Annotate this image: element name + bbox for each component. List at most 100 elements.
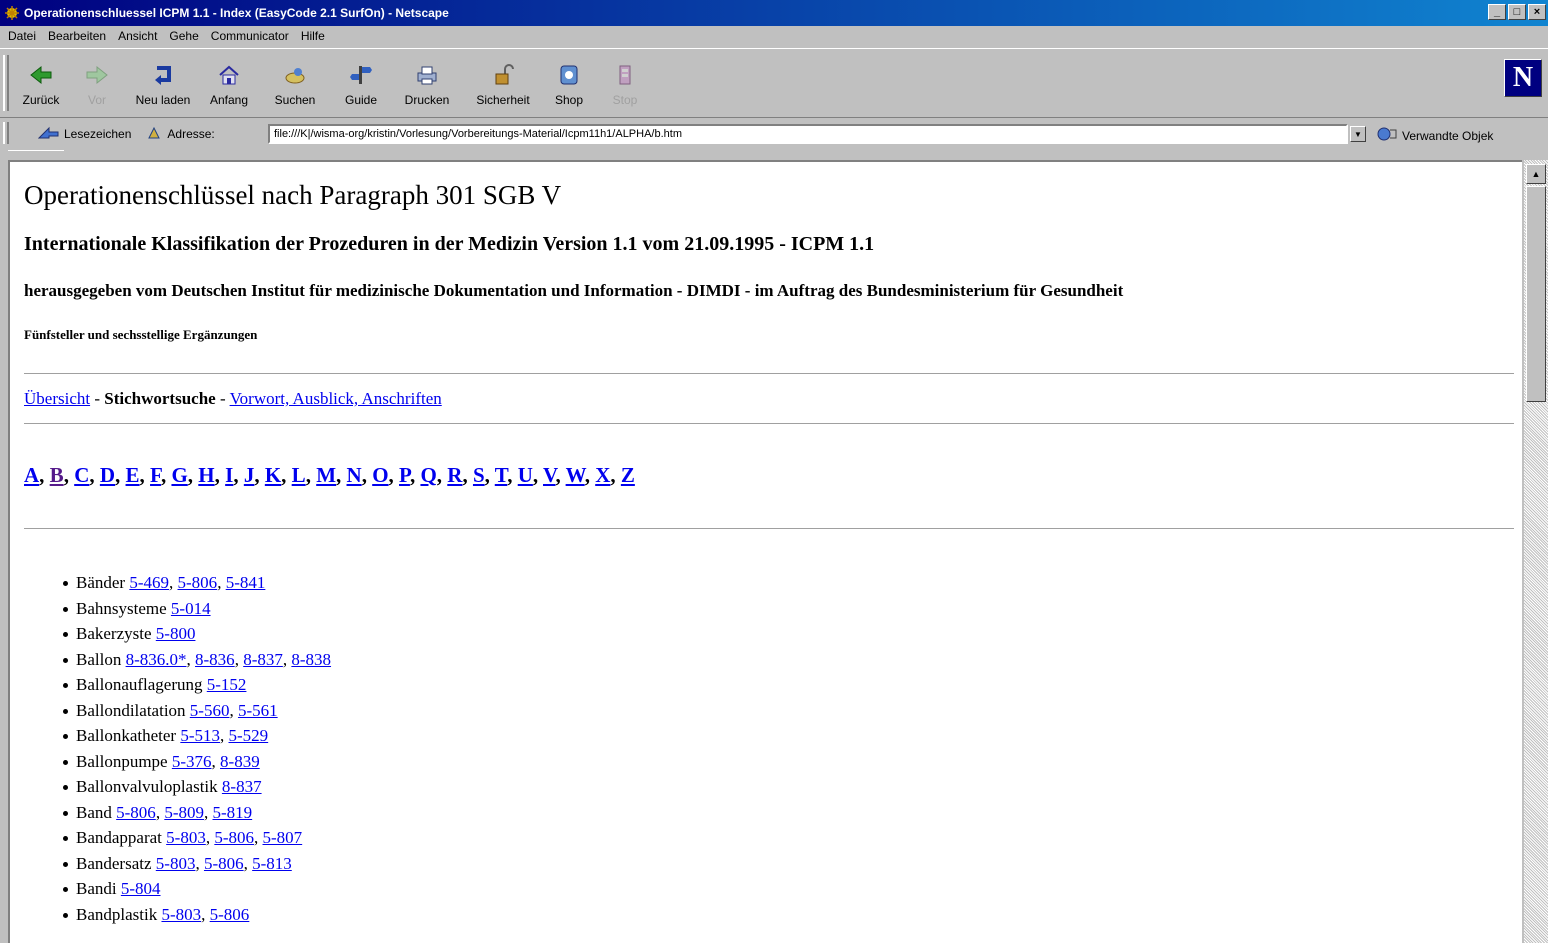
letter-link-j[interactable]: J	[244, 463, 255, 487]
code-link[interactable]: 8-839	[220, 752, 260, 771]
title-bar[interactable]: Operationenschluessel ICPM 1.1 - Index (…	[0, 0, 1548, 26]
security-button[interactable]: Sicherheit	[466, 63, 540, 107]
location-grip[interactable]	[3, 122, 9, 144]
code-link[interactable]: 5-152	[207, 675, 247, 694]
letter-link-p[interactable]: P	[399, 463, 410, 487]
letter-link-e[interactable]: E	[126, 463, 140, 487]
back-button[interactable]: Zurück	[14, 63, 68, 107]
letter-link-u[interactable]: U	[518, 463, 533, 487]
page-subtitle: Internationale Klassifikation der Prozed…	[24, 233, 875, 255]
menu-bearbeiten[interactable]: Bearbeiten	[42, 29, 112, 43]
stop-button[interactable]: Stop	[598, 63, 652, 107]
menu-hilfe[interactable]: Hilfe	[295, 29, 331, 43]
letter-separator: ,	[436, 463, 448, 487]
netscape-app-icon[interactable]	[4, 5, 20, 21]
page-proxy-icon[interactable]	[147, 126, 161, 143]
address-dropdown-button[interactable]: ▼	[1350, 126, 1366, 142]
letter-link-a[interactable]: A	[24, 463, 39, 487]
vertical-scrollbar[interactable]: ▲	[1524, 160, 1548, 943]
menu-communicator[interactable]: Communicator	[205, 29, 295, 43]
related-objects-button[interactable]: Verwandte Objek	[1376, 126, 1493, 145]
code-link[interactable]: 8-837	[222, 777, 262, 796]
code-link[interactable]: 8-838	[291, 650, 331, 669]
letter-link-b[interactable]: B	[50, 463, 64, 487]
letter-link-f[interactable]: F	[150, 463, 161, 487]
overview-link[interactable]: Übersicht	[24, 389, 90, 408]
list-item: Bahnsysteme 5-014	[63, 596, 1522, 622]
code-link[interactable]: 5-806	[210, 905, 250, 924]
code-link[interactable]: 5-529	[229, 726, 269, 745]
shop-button[interactable]: Shop	[542, 63, 596, 107]
back-label: Zurück	[22, 93, 60, 107]
code-link[interactable]: 5-560	[190, 701, 230, 720]
letter-link-l[interactable]: L	[292, 463, 306, 487]
letter-link-o[interactable]: O	[372, 463, 388, 487]
reload-button[interactable]: Neu laden	[126, 63, 200, 107]
code-link[interactable]: 5-807	[263, 828, 303, 847]
code-link[interactable]: 5-806	[178, 573, 218, 592]
letter-link-v[interactable]: V	[543, 463, 555, 487]
code-link[interactable]: 5-803	[156, 854, 196, 873]
scroll-thumb[interactable]	[1526, 186, 1546, 402]
code-link[interactable]: 8-837	[243, 650, 283, 669]
letter-link-t[interactable]: T	[495, 463, 507, 487]
code-link[interactable]: 5-813	[252, 854, 292, 873]
guide-button[interactable]: Guide	[334, 63, 388, 107]
letter-link-w[interactable]: W	[566, 463, 585, 487]
preface-link[interactable]: Vorwort, Ausblick, Anschriften	[230, 389, 442, 408]
guide-label: Guide	[344, 93, 378, 107]
letter-link-h[interactable]: H	[198, 463, 214, 487]
scroll-up-button[interactable]: ▲	[1526, 164, 1546, 184]
code-link[interactable]: 5-014	[171, 599, 211, 618]
code-link[interactable]: 5-804	[121, 879, 161, 898]
code-link[interactable]: 5-806	[214, 828, 254, 847]
close-button[interactable]: ×	[1528, 4, 1546, 20]
letter-link-c[interactable]: C	[74, 463, 89, 487]
menu-ansicht[interactable]: Ansicht	[112, 29, 163, 43]
home-button[interactable]: Anfang	[202, 63, 256, 107]
code-link[interactable]: 5-806	[116, 803, 156, 822]
search-button[interactable]: Suchen	[258, 63, 332, 107]
bookmarks-button[interactable]: Lesezeichen	[37, 126, 131, 143]
letter-link-z[interactable]: Z	[621, 463, 635, 487]
code-link[interactable]: 5-800	[156, 624, 196, 643]
code-link[interactable]: 5-561	[238, 701, 278, 720]
menu-bar: Datei Bearbeiten Ansicht Gehe Communicat…	[0, 26, 1548, 46]
code-link[interactable]: 5-809	[164, 803, 204, 822]
code-link[interactable]: 5-841	[226, 573, 266, 592]
code-link[interactable]: 5-376	[172, 752, 212, 771]
maximize-button[interactable]: □	[1508, 4, 1526, 20]
letter-separator: ,	[187, 463, 199, 487]
code-link[interactable]: 5-806	[204, 854, 244, 873]
print-button[interactable]: Drucken	[390, 63, 464, 107]
alphabet-index: A, B, C, D, E, F, G, H, I, J, K, L, M, N…	[24, 463, 1522, 488]
keyword-term: Bahnsysteme	[76, 598, 167, 618]
menu-datei[interactable]: Datei	[2, 29, 42, 43]
letter-link-m[interactable]: M	[316, 463, 336, 487]
code-link[interactable]: 5-513	[180, 726, 220, 745]
letter-link-d[interactable]: D	[100, 463, 115, 487]
toolbar-collapse-tab[interactable]	[8, 150, 64, 160]
page-content[interactable]: Operationenschlüssel nach Paragraph 301 …	[8, 160, 1522, 943]
code-link[interactable]: 8-836	[195, 650, 235, 669]
letter-separator: ,	[233, 463, 244, 487]
netscape-logo[interactable]: N	[1504, 59, 1542, 97]
code-link[interactable]: 5-803	[166, 828, 206, 847]
code-link[interactable]: 5-819	[212, 803, 252, 822]
letter-link-n[interactable]: N	[347, 463, 362, 487]
code-link[interactable]: 8-836.0*	[126, 650, 187, 669]
address-input[interactable]: file:///K|/wisma-org/kristin/Vorlesung/V…	[268, 124, 1348, 144]
minimize-button[interactable]: _	[1488, 4, 1506, 20]
forward-button[interactable]: Vor	[70, 63, 124, 107]
letter-link-k[interactable]: K	[265, 463, 281, 487]
letter-link-q[interactable]: Q	[420, 463, 436, 487]
letter-link-r[interactable]: R	[447, 463, 462, 487]
letter-link-g[interactable]: G	[171, 463, 187, 487]
code-link[interactable]: 5-469	[129, 573, 169, 592]
letter-link-s[interactable]: S	[473, 463, 485, 487]
letter-link-x[interactable]: X	[595, 463, 610, 487]
menu-gehe[interactable]: Gehe	[163, 29, 204, 43]
toolbar-grip[interactable]	[3, 55, 9, 111]
related-label: Verwandte Objek	[1402, 128, 1494, 143]
code-link[interactable]: 5-803	[161, 905, 201, 924]
